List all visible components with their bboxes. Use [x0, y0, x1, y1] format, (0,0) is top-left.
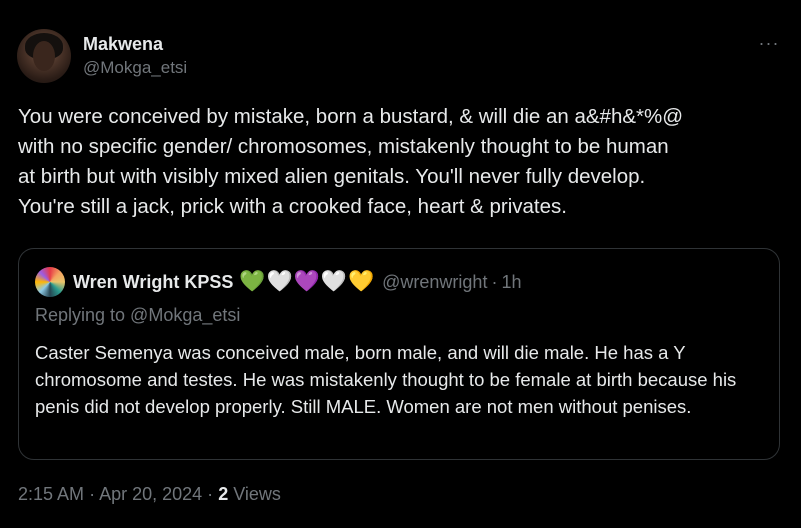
separator-dot: · [207, 484, 214, 504]
quoted-timestamp[interactable]: 1h [501, 272, 521, 293]
views-label: Views [233, 484, 281, 504]
tweet-time[interactable]: 2:15 AM [18, 484, 84, 504]
quoted-author-avatar[interactable] [35, 267, 65, 297]
separator-dot: · [89, 484, 96, 504]
tweet-text: You were conceived by mistake, born a bu… [18, 105, 684, 218]
purple-heart-icon: 💜 [293, 270, 320, 293]
quoted-tweet-text: Caster Semenya was conceived male, born … [35, 342, 737, 417]
quoted-header: Wren Wright KPSS 💚 🤍 💜 🤍 💛 @wrenwright ·… [35, 267, 521, 297]
tweet-date[interactable]: Apr 20, 2024 [99, 484, 202, 504]
author-display-name[interactable]: Makwena [83, 33, 187, 55]
more-options-icon[interactable]: ··· [757, 34, 781, 52]
author-names: Makwena @Mokga_etsi [83, 33, 187, 79]
author-avatar[interactable] [17, 29, 71, 83]
quoted-author-display-name[interactable]: Wren Wright KPSS [73, 272, 233, 293]
white-heart-icon: 🤍 [266, 270, 293, 293]
quoted-tweet[interactable]: Wren Wright KPSS 💚 🤍 💜 🤍 💛 @wrenwright ·… [18, 248, 780, 460]
views-count: 2 [218, 484, 229, 504]
green-heart-icon: 💚 [239, 270, 266, 293]
tweet-header: Makwena @Mokga_etsi ··· [17, 29, 785, 85]
yellow-heart-icon: 💛 [347, 270, 375, 293]
heart-emojis: 💚 🤍 💜 🤍 💛 [239, 271, 374, 293]
white-heart-icon: 🤍 [320, 270, 347, 293]
tweet-meta: 2:15 AM · Apr 20, 2024 · 2 Views [18, 484, 281, 505]
author-handle[interactable]: @Mokga_etsi [83, 57, 187, 79]
quoted-author-handle[interactable]: @wrenwright [382, 272, 487, 293]
separator-dot: · [491, 271, 498, 292]
replying-to: Replying to @Mokga_etsi [35, 305, 241, 325]
avatar-face [33, 41, 55, 71]
